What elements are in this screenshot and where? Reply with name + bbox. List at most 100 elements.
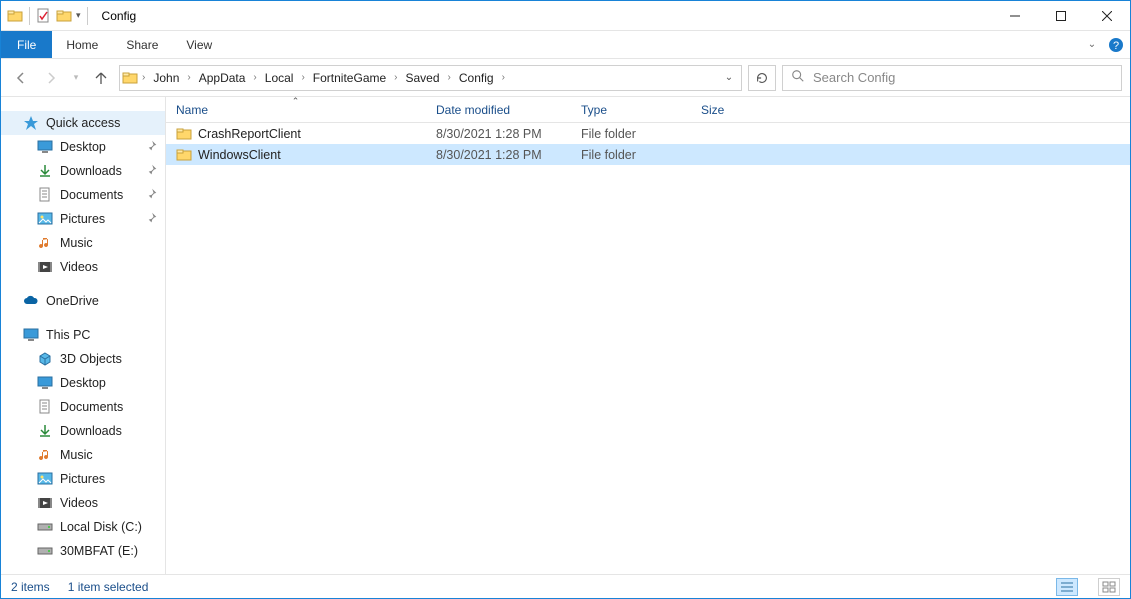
sidebar-item-3d-objects[interactable]: 3D Objects [1,347,165,371]
sidebar-item-music[interactable]: Music [1,231,165,255]
folder-icon[interactable] [56,8,72,24]
tab-view[interactable]: View [172,31,226,58]
folder-icon [122,70,138,86]
sidebar-item-downloads[interactable]: Downloads [1,419,165,443]
sidebar-item-label: 3D Objects [60,352,122,366]
music-icon [37,235,53,251]
documents-icon [37,187,53,203]
music-icon [37,447,53,463]
sidebar-item-videos[interactable]: Videos [1,255,165,279]
breadcrumb[interactable]: Local [261,66,298,90]
sidebar-item-label: Desktop [60,140,106,154]
desktop-icon [37,139,53,155]
navigation-bar: ▾ › John› AppData› Local› FortniteGame› … [1,59,1130,97]
chevron-right-icon[interactable]: › [500,72,507,83]
pin-icon [146,164,157,178]
file-date: 8/30/2021 1:28 PM [426,148,571,162]
explorer-window: ▾ Config File Home Share View ⌄ ? ▾ › Jo… [0,0,1131,599]
back-button[interactable] [9,66,33,90]
desktop-icon [37,375,53,391]
chevron-right-icon[interactable]: › [185,72,192,83]
recent-dropdown-icon[interactable]: ▾ [69,66,83,90]
file-type: File folder [571,148,691,162]
breadcrumb[interactable]: Saved [402,66,444,90]
ribbon-expand-icon[interactable]: ⌄ [1082,31,1102,58]
sidebar-item-documents[interactable]: Documents [1,183,165,207]
status-selection: 1 item selected [68,580,149,594]
close-button[interactable] [1084,1,1130,31]
quick-access-toolbar: ▾ [1,7,96,25]
qat-dropdown-icon[interactable]: ▾ [76,10,81,21]
title-bar: ▾ Config [1,1,1130,31]
column-header-type[interactable]: Type [571,97,691,122]
file-name: CrashReportClient [198,127,301,141]
column-header-name[interactable]: Name⌃ [166,97,426,122]
breadcrumb[interactable]: John [149,66,183,90]
sidebar-item-pictures[interactable]: Pictures [1,207,165,231]
sidebar-item-30mbfat-e-[interactable]: 30MBFAT (E:) [1,539,165,563]
properties-icon[interactable] [36,8,52,24]
details-view-button[interactable] [1056,578,1078,596]
chevron-right-icon[interactable]: › [392,72,399,83]
help-button[interactable]: ? [1102,31,1130,58]
column-header-size[interactable]: Size [691,97,761,122]
address-bar[interactable]: › John› AppData› Local› FortniteGame› Sa… [119,65,742,91]
chevron-right-icon[interactable]: › [140,72,147,83]
table-row[interactable]: CrashReportClient8/30/2021 1:28 PMFile f… [166,123,1130,144]
table-row[interactable]: WindowsClient8/30/2021 1:28 PMFile folde… [166,144,1130,165]
videos-icon [37,259,53,275]
file-tab[interactable]: File [1,31,52,58]
sidebar-item-label: Pictures [60,212,105,226]
sort-ascending-icon: ⌃ [292,96,300,107]
sidebar-item-local-disk-c-[interactable]: Local Disk (C:) [1,515,165,539]
file-list-pane: Name⌃ Date modified Type Size CrashRepor… [166,97,1130,574]
thumbnails-view-button[interactable] [1098,578,1120,596]
chevron-right-icon[interactable]: › [299,72,306,83]
chevron-right-icon[interactable]: › [251,72,258,83]
sidebar-onedrive[interactable]: OneDrive [1,289,165,313]
maximize-button[interactable] [1038,1,1084,31]
onedrive-icon [23,293,39,309]
downloads-icon [37,163,53,179]
breadcrumb[interactable]: FortniteGame [309,66,390,90]
sidebar-item-desktop[interactable]: Desktop [1,135,165,159]
column-headers: Name⌃ Date modified Type Size [166,97,1130,123]
tab-share[interactable]: Share [112,31,172,58]
3d-icon [37,351,53,367]
body: Quick access DesktopDownloadsDocumentsPi… [1,97,1130,574]
sidebar-item-label: Local Disk (C:) [60,520,142,534]
folder-icon [176,126,192,142]
sidebar-item-label: This PC [46,328,90,342]
file-date: 8/30/2021 1:28 PM [426,127,571,141]
sidebar-item-videos[interactable]: Videos [1,491,165,515]
sidebar-item-label: Videos [60,496,98,510]
file-rows: CrashReportClient 8/30/2021 1:28 PMFile f… [166,123,1130,574]
sidebar-item-label: Documents [60,400,123,414]
pictures-icon [37,211,53,227]
sidebar-item-pictures[interactable]: Pictures [1,467,165,491]
minimize-button[interactable] [992,1,1038,31]
chevron-right-icon[interactable]: › [446,72,453,83]
status-item-count: 2 items [11,580,50,594]
refresh-button[interactable] [748,65,776,91]
sidebar-quick-access[interactable]: Quick access [1,111,165,135]
forward-button[interactable] [39,66,63,90]
sidebar-item-downloads[interactable]: Downloads [1,159,165,183]
breadcrumb[interactable]: Config [455,66,498,90]
sidebar-item-documents[interactable]: Documents [1,395,165,419]
breadcrumb[interactable]: AppData [195,66,250,90]
address-dropdown-icon[interactable]: ⌄ [719,72,739,83]
search-box[interactable]: Search Config [782,65,1122,91]
videos-icon [37,495,53,511]
documents-icon [37,399,53,415]
sidebar-item-music[interactable]: Music [1,443,165,467]
pin-icon [146,212,157,226]
sidebar-this-pc[interactable]: This PC [1,323,165,347]
up-button[interactable] [89,66,113,90]
sidebar-item-label: Music [60,236,93,250]
tab-home[interactable]: Home [52,31,112,58]
sidebar-item-desktop[interactable]: Desktop [1,371,165,395]
column-header-date[interactable]: Date modified [426,97,571,122]
pin-icon [146,188,157,202]
sidebar-item-label: Videos [60,260,98,274]
